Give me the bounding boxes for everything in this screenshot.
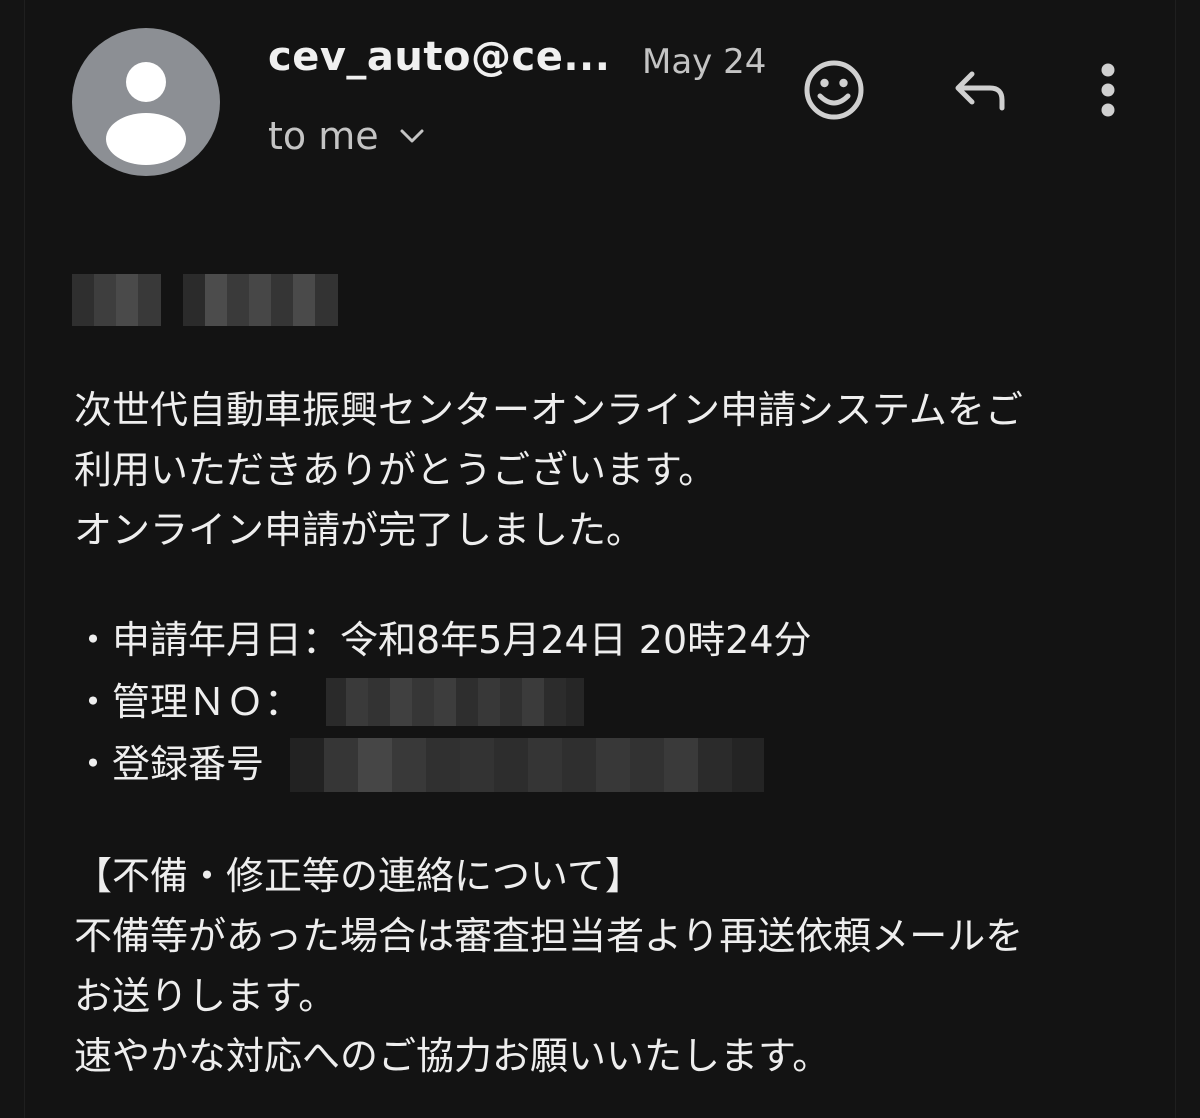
recipient-label: to me — [268, 114, 379, 158]
chevron-down-icon — [400, 129, 424, 143]
registration-no-label: ・登録番号 — [74, 742, 265, 786]
recipient-toggle[interactable]: to me — [268, 114, 427, 158]
add-reaction-button[interactable] — [796, 52, 872, 128]
reply-icon — [955, 71, 1005, 111]
reply-button[interactable] — [942, 52, 1018, 128]
emoji-smile-icon — [804, 60, 864, 120]
management-no-label: ・管理ＮＯ： — [74, 680, 303, 724]
redacted-name-first — [72, 274, 161, 326]
application-date: ・申請年月日：令和8年5月24日 20時24分 — [74, 618, 812, 662]
notice-line-3: 速やかな対応へのご協力お願いいたします。 — [74, 1034, 831, 1078]
email-date: May 24 — [642, 42, 767, 82]
intro-line-3: オンライン申請が完了しました。 — [74, 508, 645, 552]
sender-address[interactable]: cev_auto@ce... — [268, 34, 610, 80]
redacted-name-last — [183, 274, 338, 326]
sender-avatar[interactable] — [72, 28, 220, 176]
more-vert-icon — [1101, 63, 1115, 117]
intro-line-2: 利用いただきありがとうございます。 — [74, 448, 717, 492]
redacted-registration-no — [290, 738, 764, 792]
person-icon — [106, 62, 186, 165]
notice-heading: 【不備・修正等の連絡について】 — [74, 854, 643, 898]
notice-line-2: お送りします。 — [74, 974, 337, 1018]
notice-line-1: 不備等があった場合は審査担当者より再送依頼メールを — [74, 914, 1024, 958]
redacted-management-no — [326, 678, 584, 726]
intro-line-1: 次世代自動車振興センターオンライン申請システムをご — [74, 388, 1023, 432]
more-options-button[interactable] — [1070, 52, 1146, 128]
